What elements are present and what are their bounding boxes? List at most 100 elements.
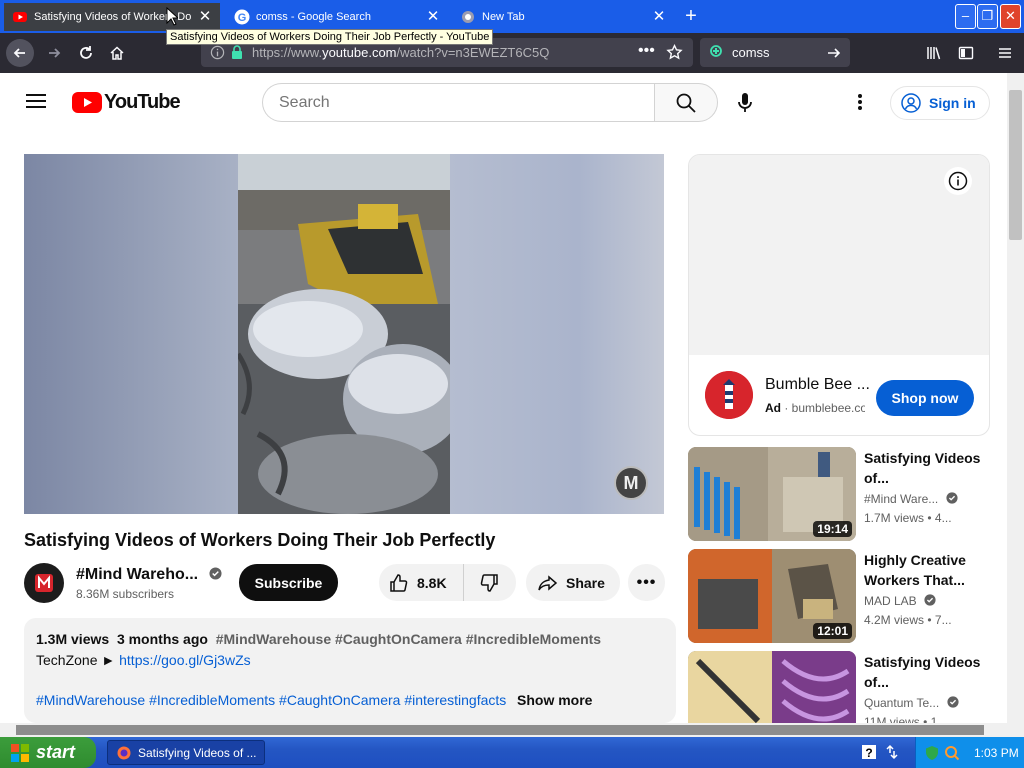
hashtags-bottom[interactable]: #MindWarehouse #IncredibleMoments #Caugh… (36, 692, 516, 708)
taskbar-window-label: Satisfying Videos of ... (138, 745, 257, 760)
svg-text:?: ? (865, 746, 872, 759)
browser-toolbar: https://www.youtube.com/watch?v=n3EWEZT6… (0, 33, 1024, 73)
start-label: start (36, 742, 76, 762)
arrow-right-icon (49, 48, 61, 58)
verified-icon (946, 696, 959, 708)
channel-name-text: #Mind Wareho... (76, 566, 199, 583)
advertiser-logo[interactable] (705, 371, 753, 419)
rec-age: • 4... (927, 511, 952, 525)
youtube-header: YouTube Search Sign in (0, 73, 1007, 131)
channel-name[interactable]: #Mind Wareho... (76, 566, 222, 584)
hamburger-icon[interactable] (26, 93, 46, 109)
library-button[interactable] (920, 39, 948, 67)
rec-title[interactable]: Satisfying Videos of... (864, 652, 990, 692)
tab-youtube[interactable]: Satisfying Videos of Workers Doing ✕ (4, 3, 220, 31)
back-button[interactable] (6, 39, 34, 67)
recommended-video[interactable]: 12:01 Highly Creative Workers That... MA… (688, 549, 998, 643)
home-button[interactable] (103, 39, 131, 67)
hamburger-icon (999, 48, 1011, 58)
like-dislike-group: 8.8K (379, 564, 516, 601)
dislike-button[interactable] (464, 564, 514, 601)
bookmark-star-icon[interactable] (666, 44, 683, 61)
forward-button[interactable] (40, 39, 68, 67)
shop-now-button[interactable]: Shop now (876, 380, 974, 416)
youtube-logo[interactable]: YouTube (72, 91, 181, 114)
player-blur-right (450, 154, 664, 514)
subscriber-count: 8.36M subscribers (76, 587, 175, 601)
hashtags-top[interactable]: #MindWarehouse #CaughtOnCamera #Incredib… (216, 631, 601, 647)
show-more-button[interactable]: Show more (517, 692, 592, 708)
rec-age: • 7... (927, 613, 952, 627)
horizontal-scrollbar[interactable] (0, 723, 1024, 737)
share-button[interactable]: Share (526, 564, 620, 601)
scrollbar-thumb[interactable] (1009, 90, 1022, 240)
reload-icon (80, 46, 92, 59)
ad-info-button[interactable] (944, 167, 972, 195)
close-icon[interactable]: ✕ (426, 9, 440, 24)
ad-title[interactable]: Bumble Bee ... (765, 376, 869, 394)
lighthouse-icon (705, 371, 753, 419)
more-vert-icon[interactable] (857, 93, 863, 111)
tab-new-tab[interactable]: New Tab ✕ (452, 3, 674, 31)
home-icon (110, 46, 124, 60)
screen: Satisfying Videos of Workers Doing ✕ G c… (0, 0, 1024, 768)
video-thumbnail[interactable]: 12:01 (688, 549, 856, 643)
clock: 1:03 PM (974, 745, 1019, 760)
channel-avatar[interactable] (24, 563, 64, 603)
rec-views: 1.7M views (864, 511, 925, 525)
vertical-scrollbar[interactable] (1007, 73, 1024, 723)
new-tab-button[interactable]: + (680, 6, 702, 28)
browser-tab-strip: Satisfying Videos of Workers Doing ✕ G c… (0, 0, 1024, 33)
like-button[interactable]: 8.8K (379, 564, 464, 601)
subscribe-button[interactable]: Subscribe (239, 564, 338, 601)
help-icon[interactable]: ? (862, 745, 876, 759)
page-actions-icon[interactable]: ••• (638, 42, 655, 60)
description-box[interactable]: 1.3M views 3 months ago #MindWarehouse #… (24, 618, 676, 723)
rec-title[interactable]: Highly Creative Workers That... (864, 550, 990, 590)
maximize-button[interactable]: ❐ (977, 4, 998, 29)
search-input[interactable]: Search (262, 83, 655, 122)
arrow-right-icon[interactable] (826, 45, 842, 61)
scrollbar-thumb[interactable] (16, 725, 984, 735)
close-icon[interactable]: ✕ (652, 9, 666, 24)
credit-text: TechZone ► (36, 652, 116, 668)
video-thumbnail[interactable] (688, 651, 856, 723)
credit-link[interactable]: https://goo.gl/Gj3wZs (119, 652, 251, 668)
video-player[interactable]: M (24, 154, 664, 514)
info-icon[interactable] (210, 45, 225, 60)
rec-channel[interactable]: Quantum Te... (864, 696, 959, 710)
network-icon[interactable] (884, 744, 900, 760)
thumbs-down-icon (480, 573, 498, 592)
reload-button[interactable] (72, 39, 100, 67)
start-button[interactable]: start (0, 737, 96, 768)
search-bar-text: comss (732, 45, 770, 60)
taskbar-window-item[interactable]: Satisfying Videos of ... (107, 740, 265, 765)
channel-watermark[interactable]: M (614, 466, 648, 500)
taskbar: start Satisfying Videos of ... ? 1:03 PM (0, 737, 1024, 768)
share-icon (538, 574, 558, 591)
search-icon (676, 93, 696, 113)
ad-card[interactable]: Bumble Bee ... Ad · bumblebee.com Shop n… (688, 154, 990, 436)
rec-channel[interactable]: MAD LAB (864, 594, 936, 608)
video-thumbnail[interactable]: 19:14 (688, 447, 856, 541)
microphone-icon[interactable] (737, 92, 753, 114)
recommended-video[interactable]: Satisfying Videos of... Quantum Te... 11… (688, 651, 998, 723)
sign-in-button[interactable]: Sign in (890, 86, 990, 120)
tab-google[interactable]: G comss - Google Search ✕ (226, 3, 448, 31)
rec-views: 11M views (864, 715, 920, 723)
search-button[interactable] (654, 83, 718, 122)
minimize-button[interactable]: – (955, 4, 976, 29)
rec-title[interactable]: Satisfying Videos of... (864, 448, 990, 488)
shield-icon[interactable] (924, 745, 940, 761)
sidebar-button[interactable] (952, 39, 980, 67)
more-actions-button[interactable]: ••• (628, 564, 665, 601)
lock-icon (232, 45, 242, 59)
window-close-button[interactable]: ✕ (1000, 4, 1021, 29)
search-bar[interactable]: comss (700, 38, 850, 67)
menu-button[interactable] (991, 39, 1019, 67)
close-icon[interactable]: ✕ (198, 9, 212, 24)
rec-channel[interactable]: #Mind Ware... (864, 492, 958, 506)
magnifier-icon[interactable] (944, 745, 960, 761)
recommended-video[interactable]: 19:14 Satisfying Videos of... #Mind Ware… (688, 447, 998, 541)
rec-age: • 1... (923, 715, 948, 723)
